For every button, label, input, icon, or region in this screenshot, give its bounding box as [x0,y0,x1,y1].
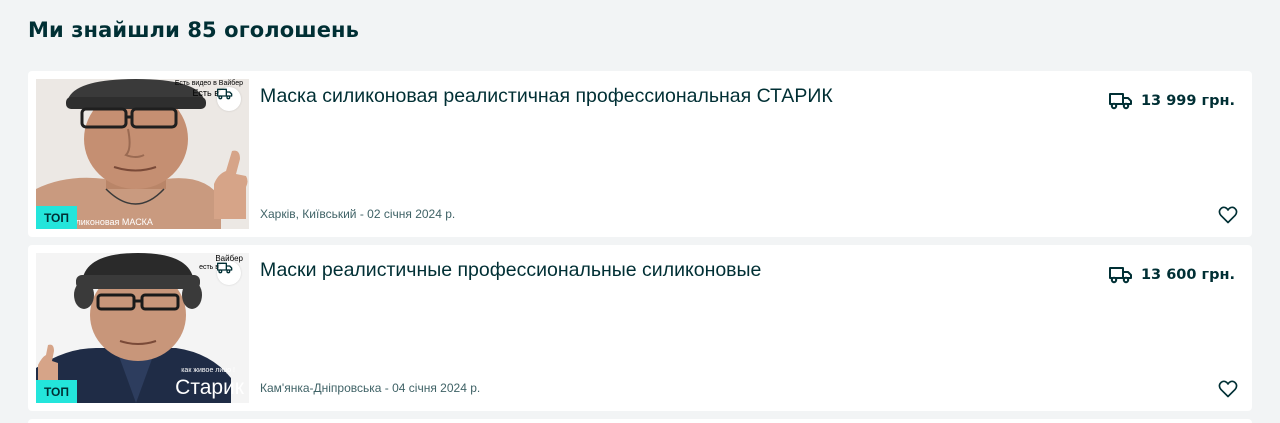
top-badge: ТОП [36,380,77,403]
delivery-badge [217,261,241,285]
listing-image[interactable]: Есть видео в Вайбер Есть в силиконовая М… [36,79,249,229]
heart-icon[interactable] [1218,205,1238,225]
delivery-badge [217,87,241,111]
truck-icon [217,88,233,100]
truck-icon [217,262,233,274]
top-badge: ТОП [36,206,77,229]
image-caption: Есть видео в Вайбер [174,80,243,87]
image-caption: Есть в [192,88,220,98]
price-block: 13 600 грн. [1108,265,1235,285]
listing-card[interactable]: Есть видео в Вайбер Есть в силиконовая М… [28,71,1252,237]
listing-card[interactable] [28,419,1252,423]
image-caption: Старик [175,376,244,399]
listing-price: 13 600 грн. [1140,267,1235,283]
listing-title[interactable]: Маска силиконовая реалистичная професcио… [260,85,833,108]
truck-icon [1108,93,1132,110]
image-caption: есть в [199,264,219,271]
listing-card[interactable]: Вайбер есть в как живое лицо ! Старик ТО… [28,245,1252,411]
listing-title[interactable]: Маски реалистичные профессиональные сили… [260,259,761,282]
listing-location-date: Кам'янка-Дніпровська - 04 січня 2024 р. [260,381,481,395]
listing-location-date: Харків, Київський - 02 січня 2024 р. [260,207,456,221]
truck-icon [1108,267,1132,284]
results-heading: Ми знайшли 85 оголошень [28,18,360,42]
price-block: 13 999 грн. [1108,91,1235,111]
listing-image[interactable]: Вайбер есть в как живое лицо ! Старик ТО… [36,253,249,403]
image-caption: силиконовая МАСКА [66,217,153,227]
heart-icon[interactable] [1218,379,1238,399]
listing-price: 13 999 грн. [1140,93,1235,109]
image-caption: как живое лицо ! [181,367,235,374]
